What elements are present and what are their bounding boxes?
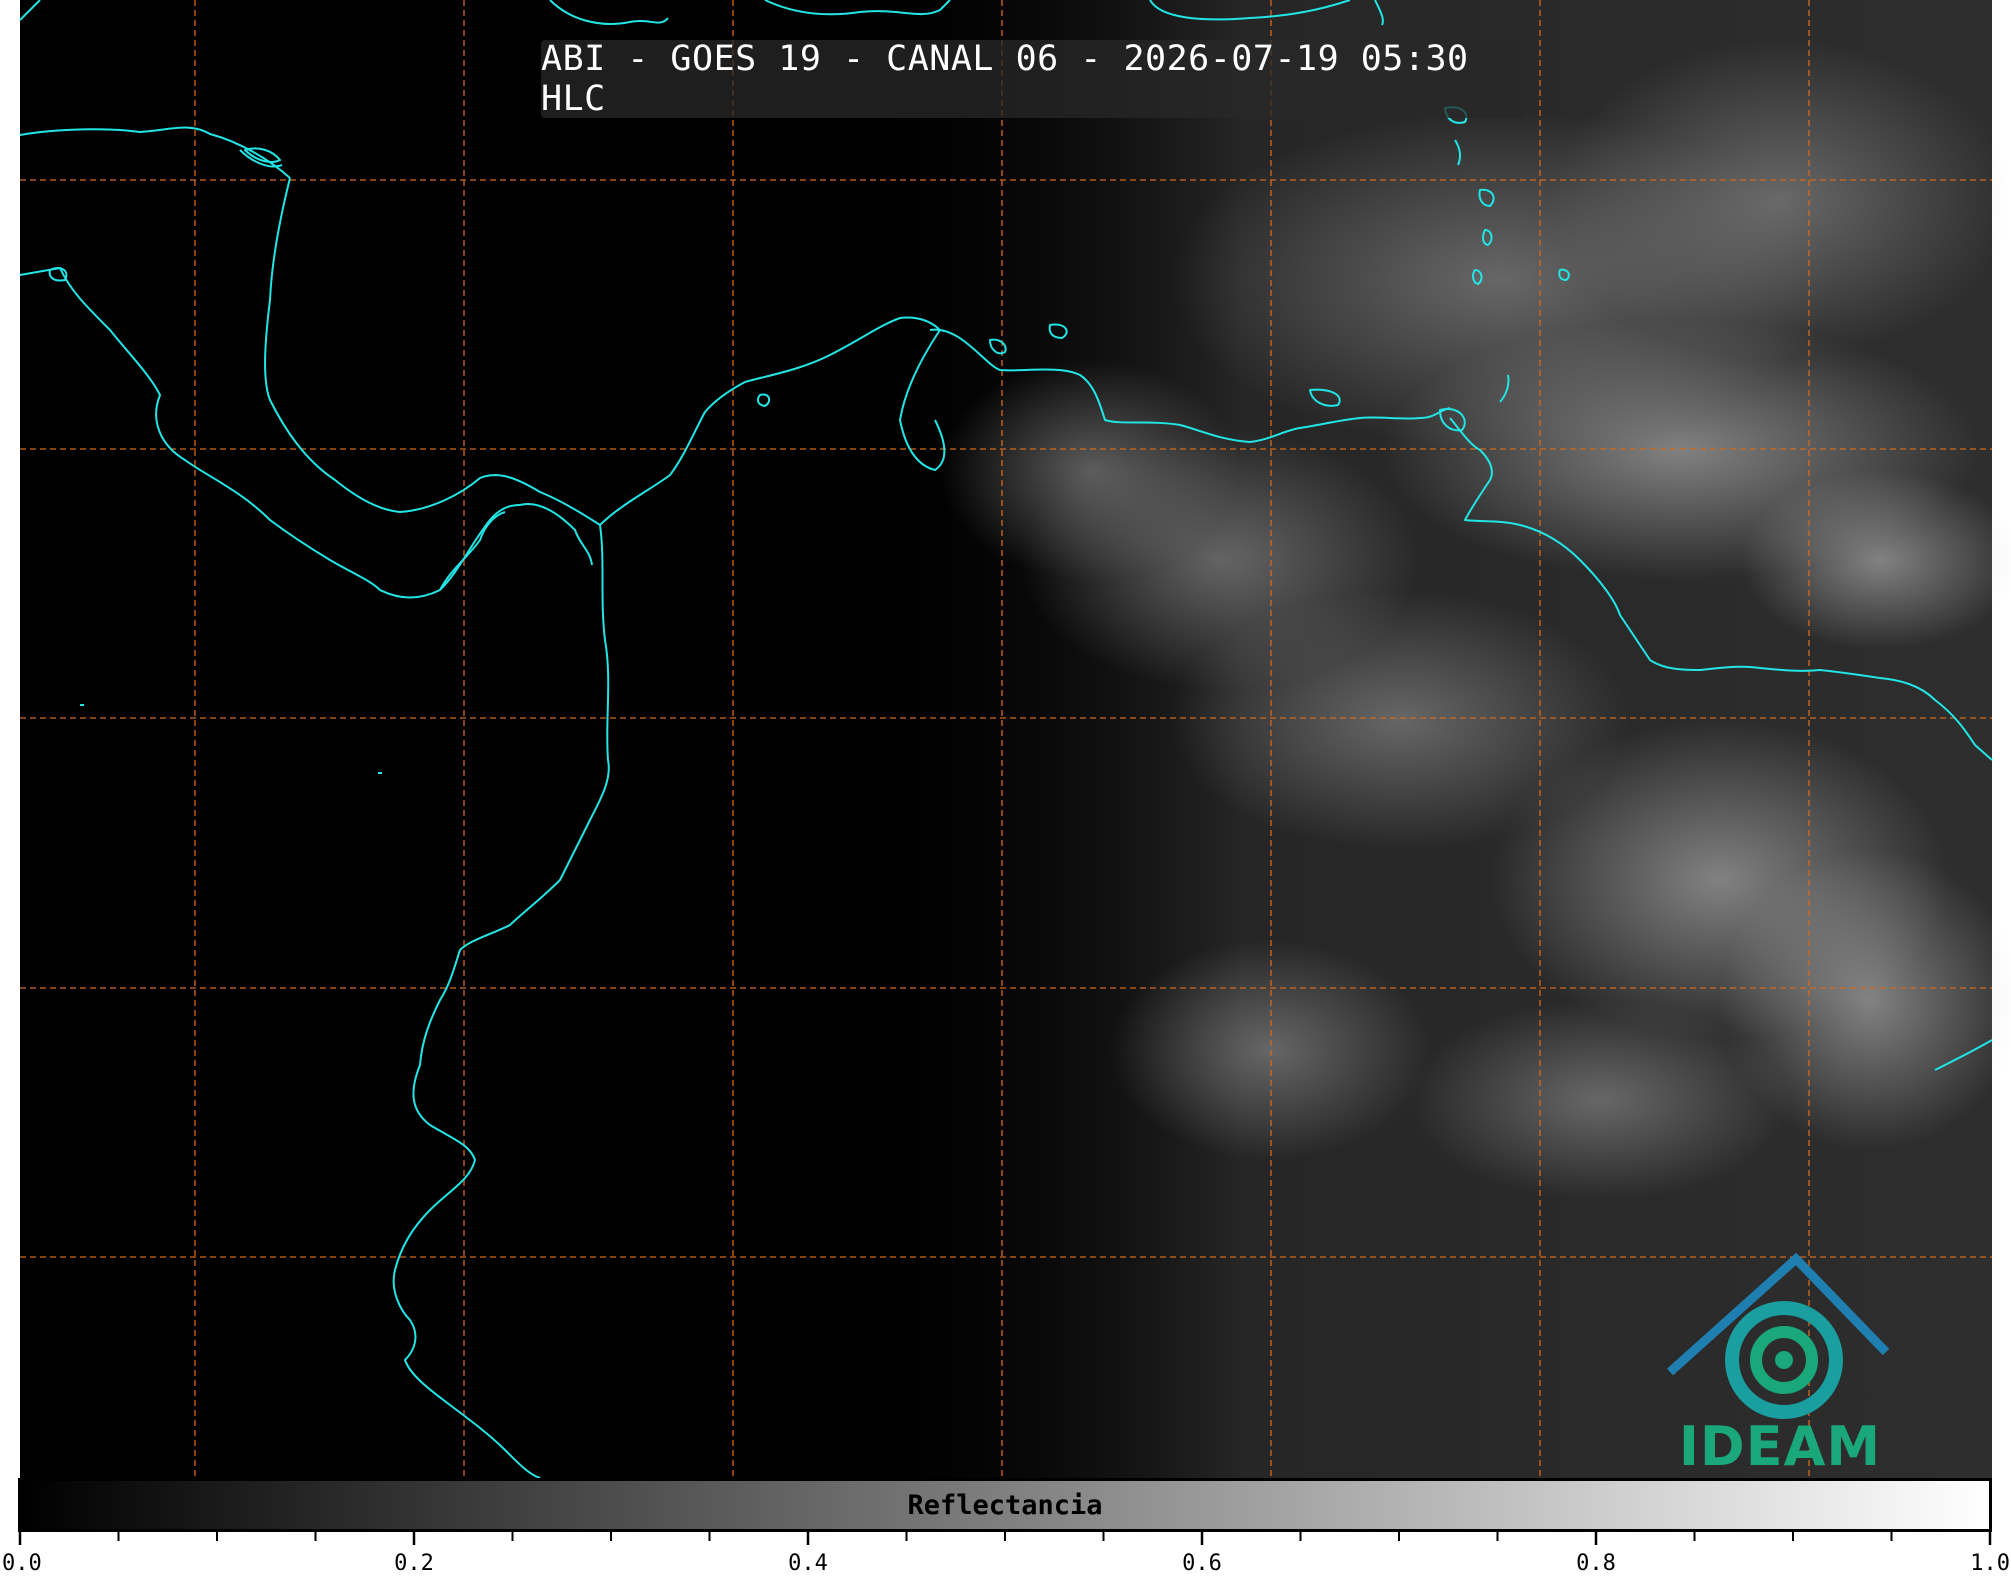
colorbar-axis: 0.0 0.2 0.4 0.6 0.8 1.0 <box>2 1531 2010 1576</box>
logo-text: IDEAM <box>1678 1415 1882 1478</box>
map-title: ABI - GOES 19 - CANAL 06 - 2026-07-19 05… <box>541 39 1526 119</box>
colorbar-tick-label: 0.6 <box>1182 1551 1222 1576</box>
colorbar-tick-label: 0.4 <box>788 1551 828 1576</box>
colorbar-tick-label: 0.8 <box>1576 1551 1616 1576</box>
colorbar-tick-label: 1.0 <box>1970 1551 2010 1576</box>
colorbar-tick-label: 0.0 <box>2 1551 42 1576</box>
colorbar-tick-label: 0.2 <box>394 1551 434 1576</box>
colorbar: Reflectancia <box>18 1478 1992 1532</box>
colorbar-label: Reflectancia <box>907 1489 1103 1521</box>
satellite-map <box>19 0 2011 1479</box>
